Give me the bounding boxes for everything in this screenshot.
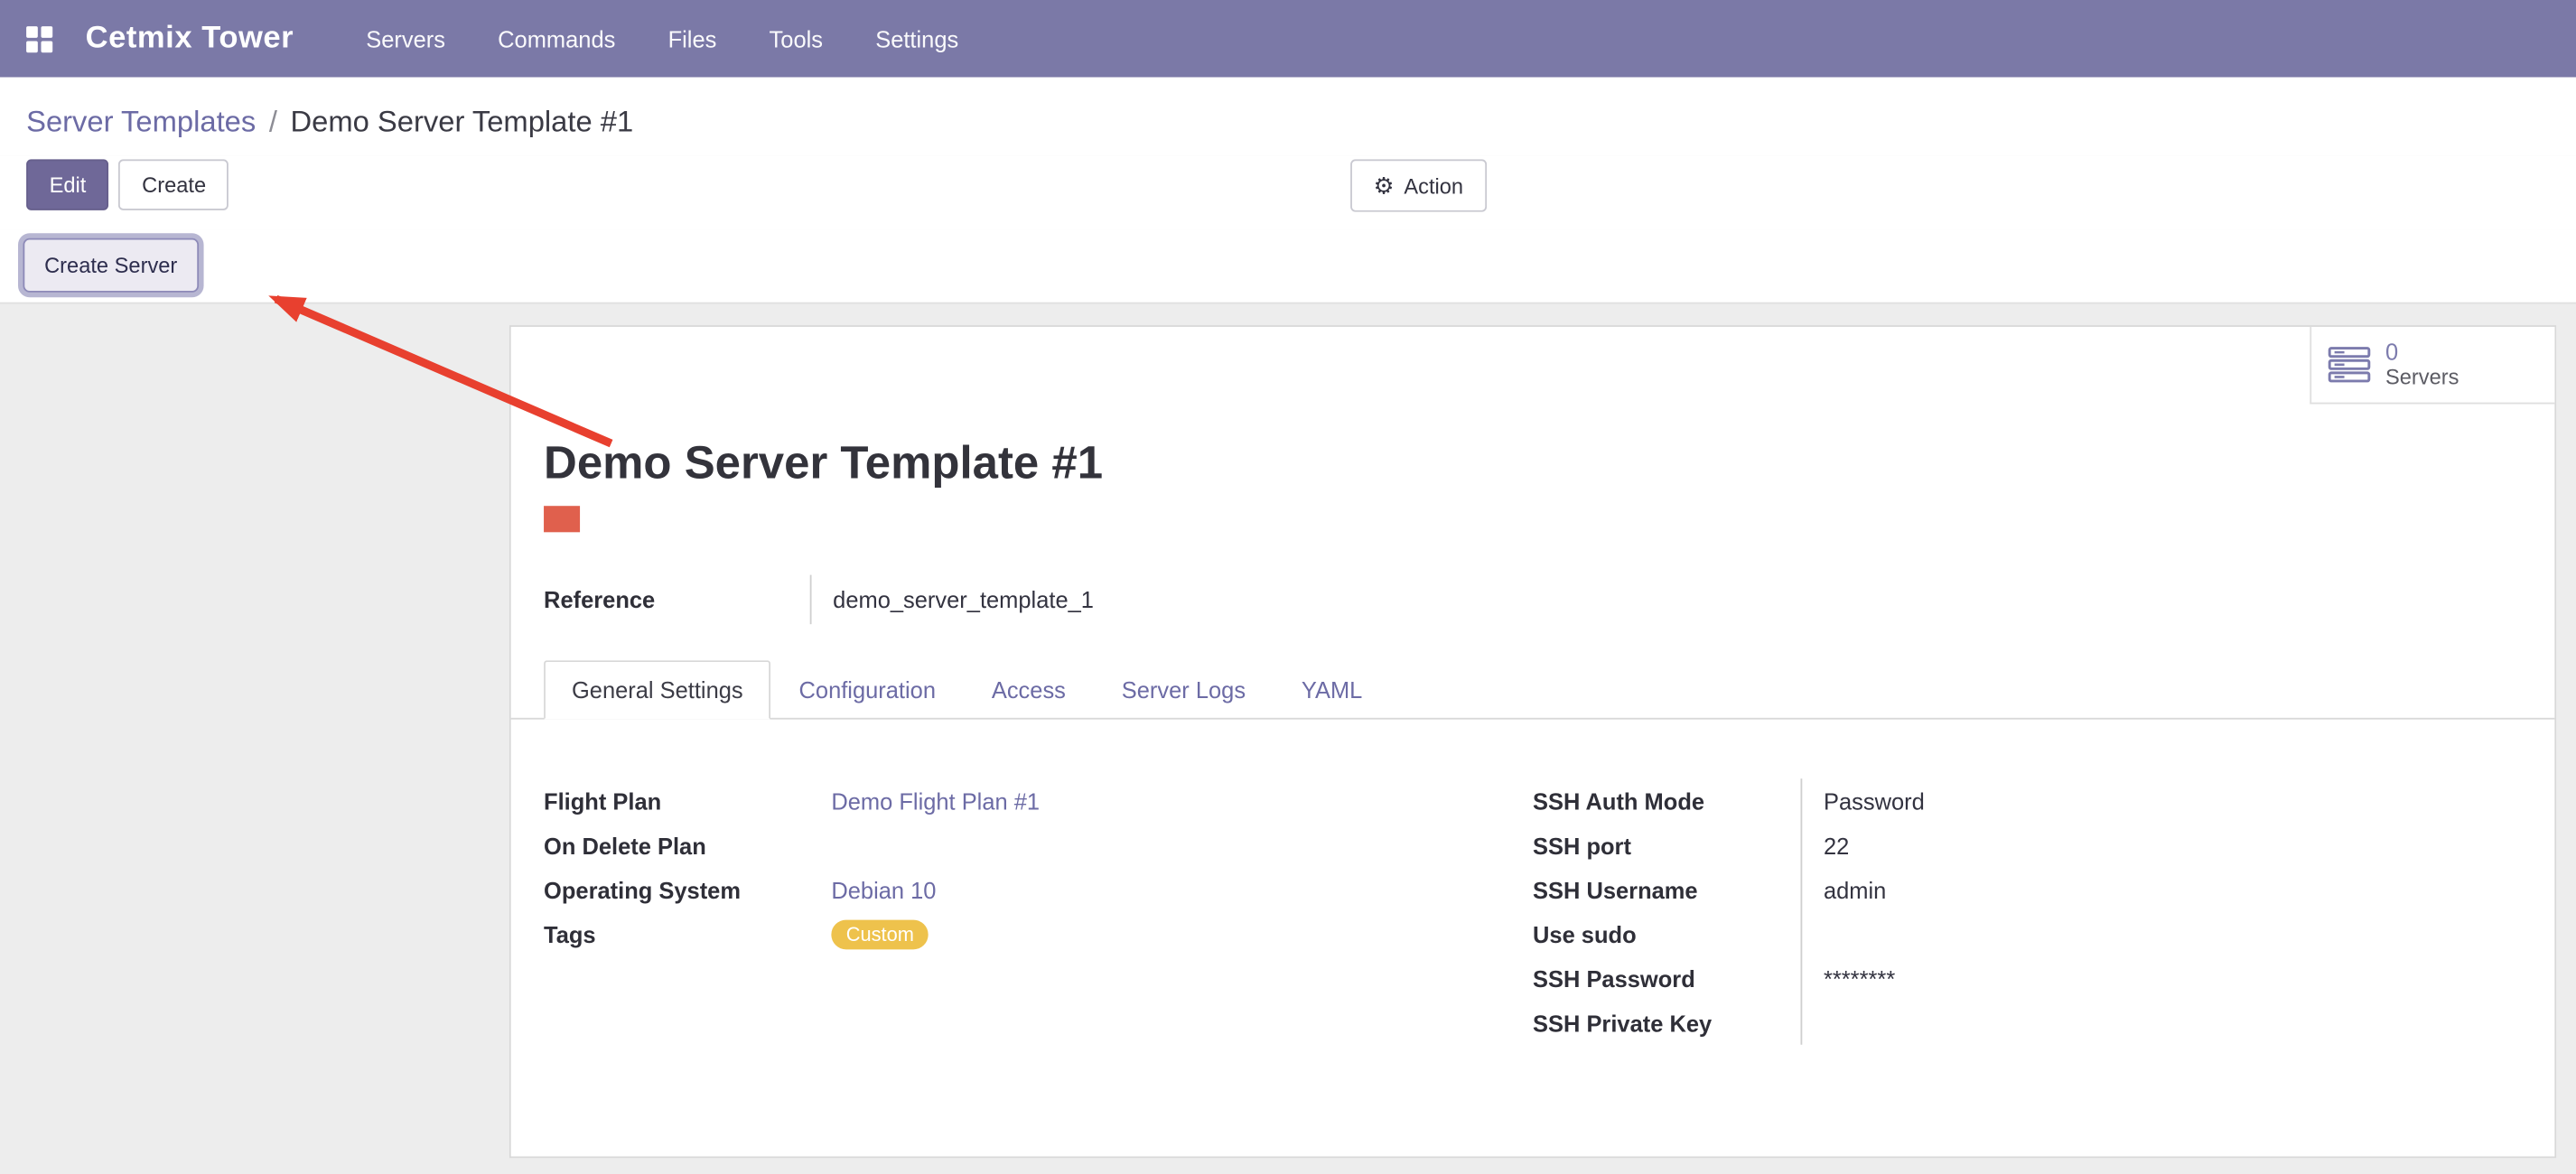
- reference-label: Reference: [544, 575, 810, 625]
- stat-button-strip: 0 Servers: [511, 327, 2555, 404]
- content-area: 0 Servers Demo Server Template #1 Refere…: [0, 303, 2576, 1174]
- tab-access[interactable]: Access: [964, 660, 1094, 719]
- field-operating-system: Operating System Debian 10: [544, 867, 1533, 911]
- breadcrumb-parent-link[interactable]: Server Templates: [26, 104, 256, 138]
- edit-button[interactable]: Edit: [26, 159, 109, 210]
- tag-badge-custom: Custom: [831, 919, 929, 949]
- menu-files[interactable]: Files: [668, 25, 717, 51]
- menu-settings[interactable]: Settings: [875, 25, 958, 51]
- action-menu-label: Action: [1404, 175, 1463, 197]
- menu-commands[interactable]: Commands: [498, 25, 615, 51]
- ssh-port-label: SSH port: [1533, 823, 1800, 867]
- field-groups: Flight Plan Demo Flight Plan #1 On Delet…: [511, 720, 2555, 1045]
- ssh-port-value: 22: [1824, 823, 2522, 867]
- server-stack-icon: [2328, 347, 2370, 383]
- create-server-row: Create Server: [0, 230, 2576, 304]
- form-toolbar: Edit Create ⚙ Action: [0, 156, 2576, 230]
- servers-count: 0: [2385, 340, 2459, 366]
- notebook-tabs: General Settings Configuration Access Se…: [511, 660, 2555, 719]
- right-field-labels: SSH Auth Mode SSH port SSH Username Use …: [1533, 778, 1800, 1045]
- field-on-delete-plan: On Delete Plan: [544, 823, 1533, 867]
- top-navbar: Cetmix Tower Servers Commands Files Tool…: [0, 0, 2576, 77]
- create-button[interactable]: Create: [119, 159, 229, 210]
- breadcrumb-separator: /: [269, 104, 277, 138]
- operating-system-value-link[interactable]: Debian 10: [831, 876, 936, 902]
- ssh-username-value: admin: [1824, 867, 2522, 911]
- tab-yaml[interactable]: YAML: [1274, 660, 1390, 719]
- stat-text: 0 Servers: [2385, 340, 2459, 390]
- servers-label: Servers: [2385, 366, 2459, 390]
- menu-tools[interactable]: Tools: [770, 25, 823, 51]
- servers-stat-button[interactable]: 0 Servers: [2310, 327, 2554, 404]
- on-delete-plan-label: On Delete Plan: [544, 832, 831, 858]
- action-menu-button[interactable]: ⚙ Action: [1350, 159, 1486, 211]
- breadcrumb-current: Demo Server Template #1: [290, 104, 633, 138]
- left-field-group: Flight Plan Demo Flight Plan #1 On Delet…: [544, 778, 1533, 1045]
- apps-grid-icon[interactable]: [26, 25, 52, 51]
- page: Cetmix Tower Servers Commands Files Tool…: [0, 0, 2576, 1174]
- right-field-group: SSH Auth Mode SSH port SSH Username Use …: [1533, 778, 2522, 1045]
- reference-field: Reference demo_server_template_1: [544, 575, 2554, 625]
- top-menu: Servers Commands Files Tools Settings: [366, 25, 958, 51]
- menu-servers[interactable]: Servers: [366, 25, 445, 51]
- tab-general-settings[interactable]: General Settings: [544, 660, 771, 719]
- brand-title: Cetmix Tower: [86, 21, 294, 57]
- gear-icon: ⚙: [1374, 174, 1395, 197]
- color-swatch: [544, 506, 580, 532]
- field-tags: Tags Custom: [544, 911, 1533, 955]
- create-server-button[interactable]: Create Server: [23, 238, 198, 293]
- ssh-auth-mode-value: Password: [1824, 778, 2522, 823]
- ssh-password-value: ********: [1824, 956, 2522, 1001]
- use-sudo-label: Use sudo: [1533, 911, 1800, 955]
- ssh-private-key-value: [1824, 1001, 2522, 1045]
- ssh-private-key-label: SSH Private Key: [1533, 1001, 1800, 1045]
- field-flight-plan: Flight Plan Demo Flight Plan #1: [544, 778, 1533, 823]
- use-sudo-value: [1824, 911, 2522, 955]
- tab-server-logs[interactable]: Server Logs: [1094, 660, 1274, 719]
- ssh-auth-mode-label: SSH Auth Mode: [1533, 778, 1800, 823]
- flight-plan-label: Flight Plan: [544, 787, 831, 814]
- operating-system-label: Operating System: [544, 876, 831, 902]
- flight-plan-value-link[interactable]: Demo Flight Plan #1: [831, 787, 1040, 814]
- breadcrumb: Server Templates / Demo Server Template …: [0, 77, 2576, 155]
- record-title: Demo Server Template #1: [544, 437, 2554, 489]
- ssh-username-label: SSH Username: [1533, 867, 1800, 911]
- reference-value: demo_server_template_1: [810, 575, 1094, 625]
- tags-label: Tags: [544, 920, 831, 946]
- tab-configuration[interactable]: Configuration: [771, 660, 964, 719]
- form-sheet: 0 Servers Demo Server Template #1 Refere…: [509, 325, 2556, 1158]
- right-field-values: Password 22 admin ********: [1800, 778, 2521, 1045]
- ssh-password-label: SSH Password: [1533, 956, 1800, 1001]
